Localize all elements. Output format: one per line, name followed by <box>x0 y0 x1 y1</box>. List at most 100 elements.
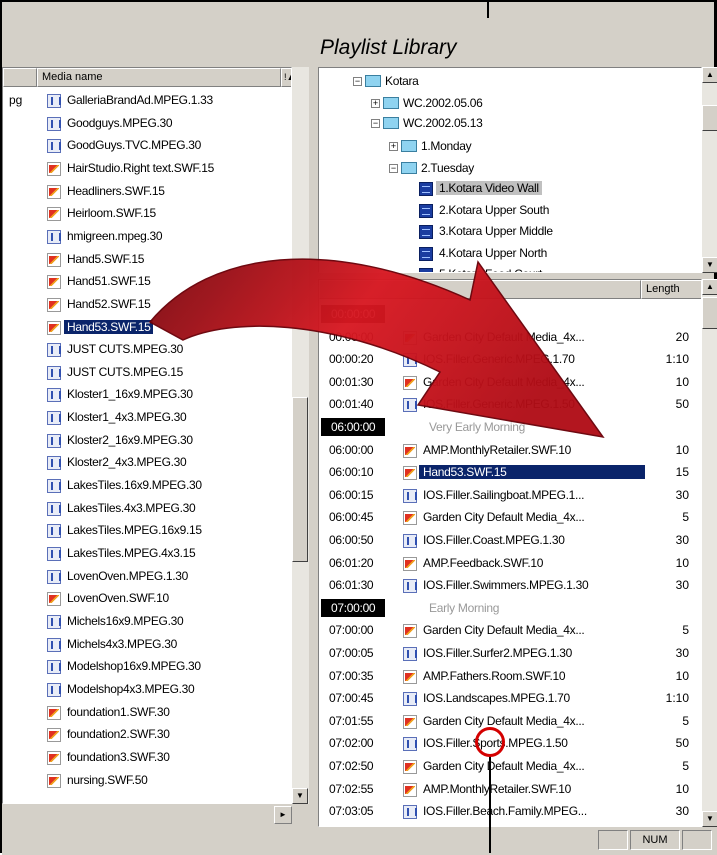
schedule-item[interactable]: 00:00:00 Garden City Default Media_4x... 2… <box>319 327 701 350</box>
schedule-item[interactable]: 06:01:30 IOS.Filler.Swimmers.MPEG.1.30 30 <box>319 575 701 598</box>
media-list-item[interactable]: Hand51.SWF.15 <box>3 271 291 294</box>
flash-file-icon <box>47 252 61 267</box>
media-list-item[interactable]: Hand52.SWF.15 <box>3 294 291 317</box>
tree-scroll-thumb[interactable] <box>702 105 717 131</box>
tree-scrollbar[interactable]: ▲ ▼ <box>702 67 717 273</box>
media-list-item[interactable]: LakesTiles.16x9.MPEG.30 <box>3 475 291 498</box>
media-list-item[interactable]: Kloster1_4x3.MPEG.30 <box>3 407 291 430</box>
schedule-item[interactable]: 00:00:20 IOS.Filler.Generic.MPEG.1.70 1:10 <box>319 349 701 372</box>
tree-node-playlist[interactable]: 5.Kotara Food Court <box>439 267 542 272</box>
media-list-item[interactable]: LakesTiles.MPEG.4x3.15 <box>3 543 291 566</box>
video-file-icon <box>47 524 61 539</box>
collapse-icon[interactable]: − <box>371 119 380 128</box>
schedule-item[interactable]: 06:01:20 AMP.Feedback.SWF.10 10 <box>319 553 701 576</box>
media-list-item[interactable]: Michels4x3.MPEG.30 <box>3 634 291 657</box>
schedule-item[interactable]: 07:02:55 AMP.MonthlyRetailer.SWF.10 10 <box>319 779 701 802</box>
media-list-item[interactable]: Hand53.SWF.15 <box>3 317 291 340</box>
schedule-item[interactable]: 07:00:35 AMP.Fathers.Room.SWF.10 10 <box>319 666 701 689</box>
scroll-up-icon[interactable]: ▲ <box>702 279 717 295</box>
scroll-down-icon[interactable]: ▼ <box>702 811 717 827</box>
schedule-item[interactable]: 07:03:05 IOS.Filler.Beach.Family.MPEG... 3… <box>319 801 701 824</box>
flash-file-icon <box>47 161 61 176</box>
media-list-item[interactable]: LakesTiles.4x3.MPEG.30 <box>3 498 291 521</box>
schedule-item[interactable]: 06:00:50 IOS.Filler.Coast.MPEG.1.30 30 <box>319 530 701 553</box>
media-list-item[interactable]: foundation3.SWF.30 <box>3 747 291 770</box>
left-pane-header <box>2 28 310 64</box>
schedule-item[interactable]: 07:00:45 IOS.Landscapes.MPEG.1.70 1:10 <box>319 688 701 711</box>
scroll-right-icon[interactable]: ► <box>274 806 292 824</box>
media-list-item[interactable]: Kloster2_4x3.MPEG.30 <box>3 452 291 475</box>
schedule-item[interactable]: 06:00:10 Hand53.SWF.15 15 <box>319 462 701 485</box>
tree-node-playlist[interactable]: 2.Kotara Upper South <box>439 203 549 217</box>
scroll-down-icon[interactable]: ▼ <box>702 257 717 273</box>
media-list-item[interactable]: foundation1.SWF.30 <box>3 702 291 725</box>
media-list-item[interactable]: LakesTiles.MPEG.16x9.15 <box>3 520 291 543</box>
tree-node-folder[interactable]: WC.2002.05.06 <box>403 96 483 110</box>
schedule-block-header[interactable]: 06:00:00 Very Early Morning <box>319 417 701 440</box>
playlist-tree[interactable]: − Kotara + WC.2002.05.06 − WC.2002.05.13 +1.Mo… <box>318 67 702 273</box>
flash-file-icon <box>47 275 61 290</box>
column-header-media-name[interactable]: Media name <box>37 68 281 87</box>
tree-node-playlist[interactable]: 4.Kotara Upper North <box>439 246 547 260</box>
media-list-item[interactable]: pg GalleriaBrandAd.MPEG.1.33 <box>3 90 291 113</box>
tree-node-folder[interactable]: WC.2002.05.13 <box>403 116 483 130</box>
expand-icon[interactable]: + <box>389 142 398 151</box>
media-list-item[interactable]: Kloster1_16x9.MPEG.30 <box>3 384 291 407</box>
schedule-item[interactable]: 00:01:30 Garden City Default Media_4x... 1… <box>319 372 701 395</box>
schedule-item[interactable]: 07:02:50 Garden City Default Media_4x... 5 <box>319 756 701 779</box>
media-name-label: LakesTiles.MPEG.4x3.15 <box>67 546 196 560</box>
schedule-item[interactable]: 06:00:00 AMP.MonthlyRetailer.SWF.10 10 <box>319 440 701 463</box>
schedule-item[interactable]: 06:00:45 Garden City Default Media_4x... 5 <box>319 507 701 530</box>
column-header-blank[interactable] <box>3 68 37 87</box>
tree-node-folder[interactable]: 2.Tuesday <box>421 161 474 175</box>
schedule-item[interactable]: 07:01:55 Garden City Default Media_4x... 5 <box>319 711 701 734</box>
media-list-item[interactable]: Goodguys.MPEG.30 <box>3 113 291 136</box>
playlist-schedule[interactable]: Length 00:00:00 00:00:00 Garden City Defau… <box>318 279 702 827</box>
schedule-item[interactable]: 07:00:00 Garden City Default Media_4x... 5 <box>319 620 701 643</box>
scroll-up-icon[interactable]: ▲ <box>702 67 717 83</box>
tree-node-folder[interactable]: Kotara <box>385 74 419 88</box>
column-header-length[interactable]: Length <box>641 280 701 299</box>
media-list-item[interactable]: Modelshop16x9.MPEG.30 <box>3 656 291 679</box>
media-list-item[interactable]: Heirloom.SWF.15 <box>3 203 291 226</box>
media-list-item[interactable]: nursing.SWF.50 <box>3 770 291 793</box>
media-list-item[interactable]: hmigreen.mpeg.30 <box>3 226 291 249</box>
media-list-item[interactable]: Headliners.SWF.15 <box>3 181 291 204</box>
collapse-icon[interactable]: − <box>353 77 362 86</box>
media-list-item[interactable]: Michels16x9.MPEG.30 <box>3 611 291 634</box>
media-list[interactable]: Media name !▲ pg GalleriaBrandAd.MPEG.1.3… <box>2 67 292 804</box>
media-list-item[interactable]: Kloster2_16x9.MPEG.30 <box>3 430 291 453</box>
media-list-scrollbar[interactable]: ▼ <box>292 67 309 804</box>
schedule-item[interactable]: 00:01:40 IOS.Filler.Generic.MPEG.1.50 50 <box>319 394 701 417</box>
column-header-schedule[interactable] <box>319 280 641 299</box>
schedule-media-name: Garden City Default Media_4x... <box>423 374 585 389</box>
media-list-scroll-thumb[interactable] <box>292 397 308 562</box>
media-list-item[interactable]: JUST CUTS.MPEG.30 <box>3 339 291 362</box>
schedule-length: 10 <box>675 555 689 570</box>
media-list-item[interactable]: LovenOven.MPEG.1.30 <box>3 566 291 589</box>
tree-node-playlist[interactable]: 1.Kotara Video Wall <box>436 181 542 195</box>
media-list-item[interactable]: foundation2.SWF.30 <box>3 724 291 747</box>
flash-file-icon <box>47 297 61 312</box>
media-list-item[interactable]: Hand5.SWF.15 <box>3 249 291 272</box>
schedule-block-header[interactable]: 00:00:00 <box>319 304 701 327</box>
schedule-length: 5 <box>682 759 689 773</box>
scroll-down-icon[interactable]: ▼ <box>292 788 308 804</box>
tree-node-folder[interactable]: 1.Monday <box>421 139 472 153</box>
column-header-sort[interactable]: !▲ <box>281 68 291 87</box>
tree-node-playlist[interactable]: 3.Kotara Upper Middle <box>439 224 553 238</box>
media-list-item[interactable]: HairStudio.Right text.SWF.15 <box>3 158 291 181</box>
schedule-block-header[interactable]: 07:00:00 Early Morning <box>319 598 701 621</box>
media-list-item[interactable]: Modelshop4x3.MPEG.30 <box>3 679 291 702</box>
media-list-item[interactable]: LovenOven.SWF.10 <box>3 588 291 611</box>
expand-icon[interactable]: + <box>371 99 380 108</box>
video-file-icon <box>403 805 417 820</box>
schedule-scrollbar[interactable]: ▲ ▼ <box>702 279 717 827</box>
collapse-icon[interactable]: − <box>389 164 398 173</box>
schedule-item[interactable]: 07:00:05 IOS.Filler.Surfer2.MPEG.1.30 30 <box>319 643 701 666</box>
schedule-item[interactable]: 06:00:15 IOS.Filler.Sailingboat.MPEG.1...… <box>319 485 701 508</box>
media-list-item[interactable]: JUST CUTS.MPEG.15 <box>3 362 291 385</box>
media-list-item[interactable]: GoodGuys.TVC.MPEG.30 <box>3 135 291 158</box>
schedule-scroll-thumb[interactable] <box>702 297 717 329</box>
schedule-item[interactable]: 07:02:00 IOS.Filler.Sports.MPEG.1.50 50 <box>319 733 701 756</box>
